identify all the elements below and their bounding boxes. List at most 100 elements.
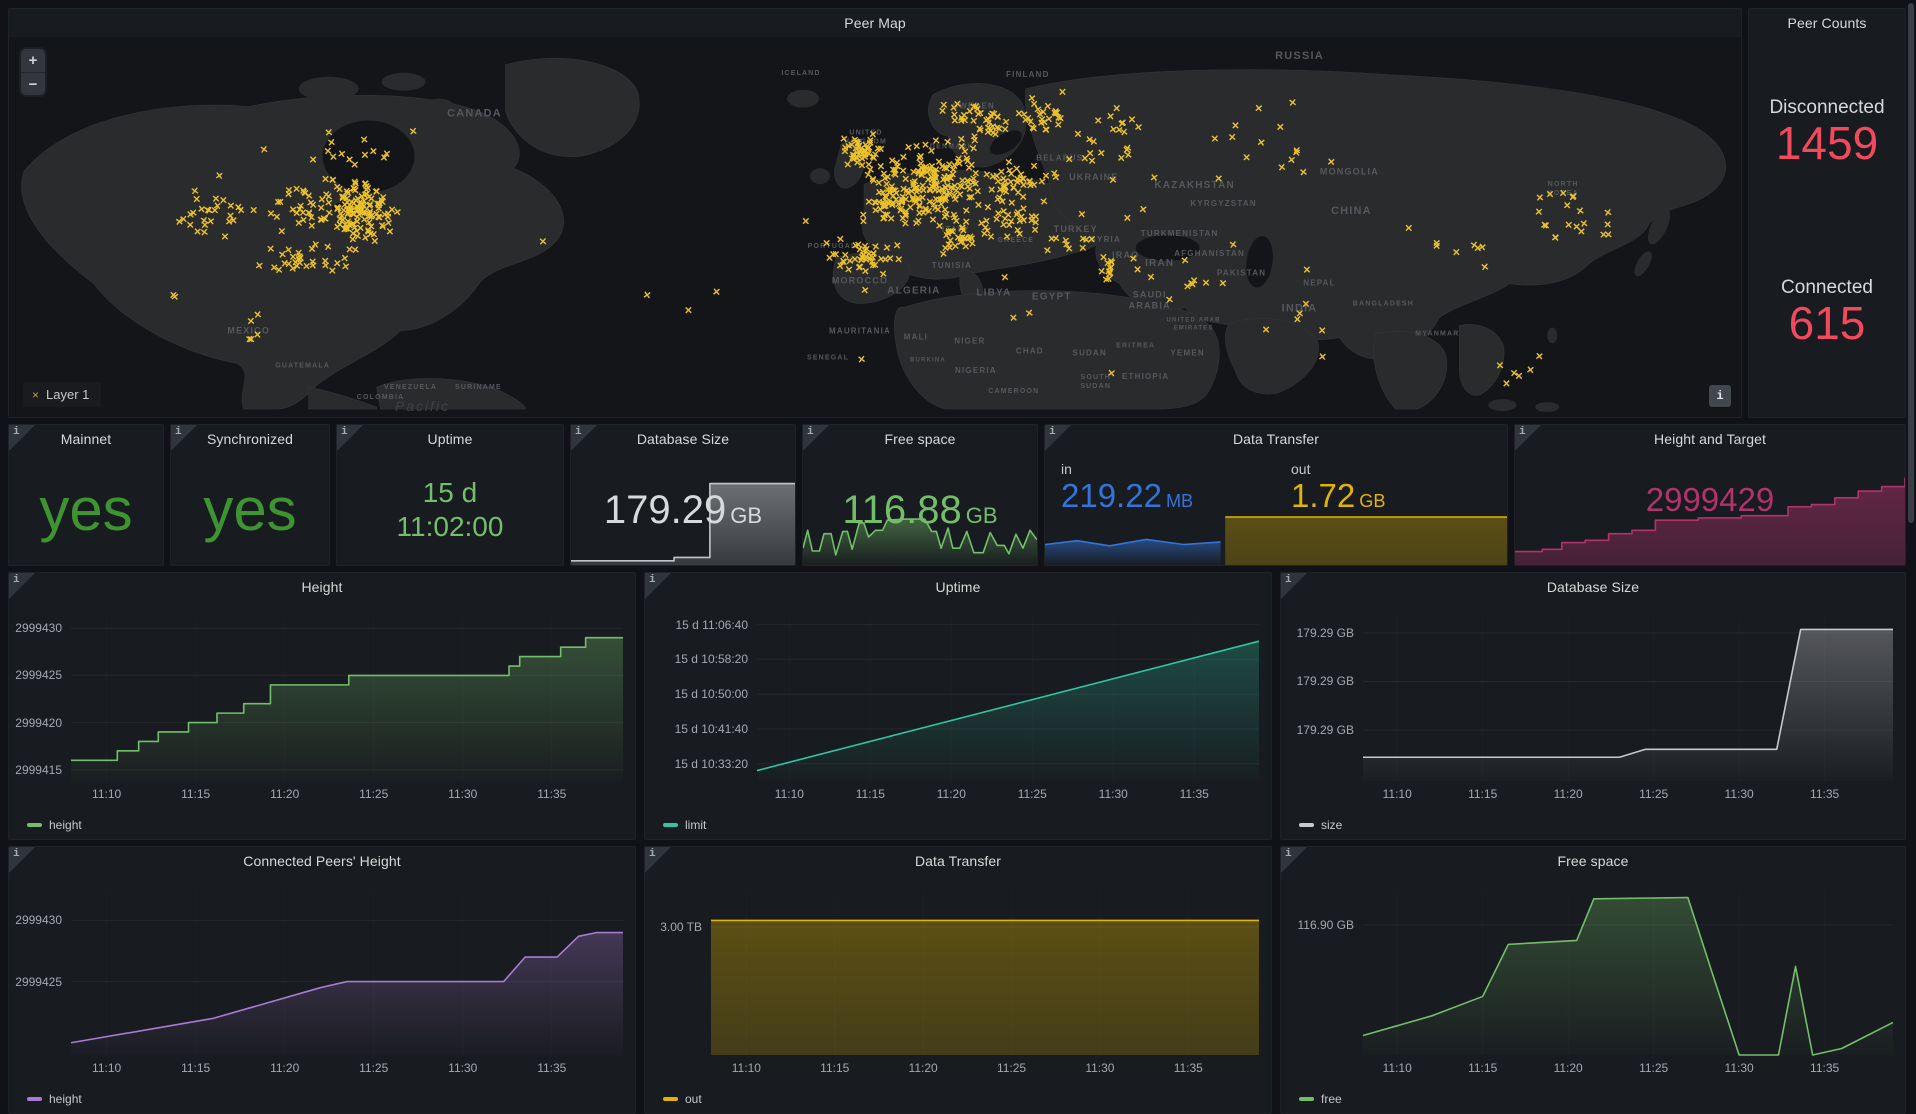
peer-marker[interactable]: ✕ [409,126,419,138]
chart-plot-area[interactable] [1363,617,1893,781]
peer-marker[interactable]: ✕ [957,236,966,248]
peer-marker[interactable]: ✕ [1064,244,1073,256]
peer-marker[interactable]: ✕ [317,215,326,226]
peer-marker[interactable]: ✕ [836,234,845,246]
peer-marker[interactable]: ✕ [1218,278,1227,290]
peer-marker[interactable]: ✕ [380,210,389,221]
peer-marker[interactable]: ✕ [829,250,838,261]
peer-marker[interactable]: ✕ [1018,174,1027,186]
peer-marker[interactable]: ✕ [982,170,992,182]
peer-marker[interactable]: ✕ [888,156,897,167]
peer-marker[interactable]: ✕ [1452,248,1461,259]
peer-marker[interactable]: ✕ [868,253,877,265]
peer-marker[interactable]: ✕ [894,254,903,266]
peer-marker[interactable]: ✕ [1277,162,1287,174]
peer-marker[interactable]: ✕ [887,214,896,225]
peer-marker[interactable]: ✕ [822,239,831,250]
peer-marker[interactable]: ✕ [1254,103,1263,115]
peer-marker[interactable]: ✕ [304,208,314,220]
peer-marker[interactable]: ✕ [1123,214,1131,225]
chart-plot-area[interactable] [757,617,1259,781]
peer-marker[interactable]: ✕ [1303,265,1312,276]
peer-marker[interactable]: ✕ [1211,134,1220,145]
panel-info-icon[interactable]: i [9,573,35,599]
peer-marker[interactable]: ✕ [1031,212,1040,223]
peer-marker[interactable]: ✕ [325,208,334,220]
peer-marker[interactable]: ✕ [926,146,936,158]
peer-marker[interactable]: ✕ [369,146,378,158]
peer-marker[interactable]: ✕ [898,192,908,204]
peer-marker[interactable]: ✕ [1536,193,1545,205]
peer-marker[interactable]: ✕ [854,149,864,161]
peer-marker[interactable]: ✕ [851,255,860,266]
peer-marker[interactable]: ✕ [1293,315,1302,326]
legend-item[interactable]: out [663,1092,702,1106]
peer-marker[interactable]: ✕ [1276,123,1284,134]
peer-marker[interactable]: ✕ [1007,169,1016,180]
peer-marker[interactable]: ✕ [212,194,221,205]
peer-marker[interactable]: ✕ [1404,224,1413,235]
zoom-in-button[interactable]: + [21,49,45,72]
peer-marker[interactable]: ✕ [329,152,338,164]
peer-marker[interactable]: ✕ [1228,240,1238,252]
peer-marker[interactable]: ✕ [1480,262,1490,274]
chart-plot-area[interactable] [1363,891,1893,1055]
peer-marker[interactable]: ✕ [370,236,379,247]
peer-marker[interactable]: ✕ [861,266,870,278]
peer-marker[interactable]: ✕ [317,194,327,206]
peer-marker[interactable]: ✕ [1074,129,1082,140]
peer-marker[interactable]: ✕ [901,174,910,185]
peer-marker[interactable]: ✕ [221,232,230,243]
peer-marker[interactable]: ✕ [349,184,358,196]
panel-info-icon[interactable]: i [171,425,197,451]
peer-marker[interactable]: ✕ [249,206,258,217]
peer-marker[interactable]: ✕ [859,217,868,228]
panel-info-icon[interactable]: i [1281,847,1307,873]
peer-marker[interactable]: ✕ [270,263,279,275]
peer-marker[interactable]: ✕ [337,149,347,161]
peer-marker[interactable]: ✕ [801,216,810,227]
legend-item[interactable]: limit [663,818,706,832]
peer-marker[interactable]: ✕ [1604,230,1613,241]
page-scrollbar-thumb[interactable] [1908,3,1914,523]
peer-marker[interactable]: ✕ [254,261,264,273]
peer-marker[interactable]: ✕ [1534,207,1543,219]
peer-marker[interactable]: ✕ [277,227,286,239]
peer-marker[interactable]: ✕ [321,175,330,186]
peer-marker[interactable]: ✕ [1122,145,1131,156]
peer-marker[interactable]: ✕ [225,217,234,228]
peer-marker[interactable]: ✕ [1542,221,1551,232]
peer-marker[interactable]: ✕ [844,141,853,153]
peer-marker[interactable]: ✕ [309,155,318,166]
peer-marker[interactable]: ✕ [1108,175,1117,187]
peer-marker[interactable]: ✕ [1030,161,1039,172]
peer-marker[interactable]: ✕ [1106,262,1116,274]
peer-marker[interactable]: ✕ [1089,137,1098,149]
peer-marker[interactable]: ✕ [1231,121,1239,132]
peer-marker[interactable]: ✕ [382,149,392,161]
peer-marker[interactable]: ✕ [199,215,209,227]
peer-marker[interactable]: ✕ [965,184,974,196]
peer-marker[interactable]: ✕ [1051,233,1061,245]
peer-marker[interactable]: ✕ [968,239,978,251]
peer-marker[interactable]: ✕ [1030,99,1039,110]
peer-marker[interactable]: ✕ [350,160,359,172]
peer-marker[interactable]: ✕ [1038,115,1046,126]
peer-marker[interactable]: ✕ [1013,226,1022,238]
peer-marker[interactable]: ✕ [1546,190,1555,201]
legend-item[interactable]: size [1299,818,1342,832]
peer-marker[interactable]: ✕ [1299,167,1309,179]
peer-marker[interactable]: ✕ [1024,114,1033,125]
peer-marker[interactable]: ✕ [1550,233,1560,245]
peer-marker[interactable]: ✕ [1242,153,1251,164]
peer-marker[interactable]: ✕ [1559,189,1568,200]
peer-marker[interactable]: ✕ [266,244,275,256]
peer-marker[interactable]: ✕ [1134,122,1144,134]
peer-marker[interactable]: ✕ [642,290,652,302]
peer-marker[interactable]: ✕ [914,216,923,227]
peer-marker[interactable]: ✕ [1112,104,1121,115]
peer-marker[interactable]: ✕ [1149,173,1159,185]
peer-marker[interactable]: ✕ [1094,116,1103,127]
peer-marker[interactable]: ✕ [943,137,953,149]
peer-marker[interactable]: ✕ [950,213,960,225]
